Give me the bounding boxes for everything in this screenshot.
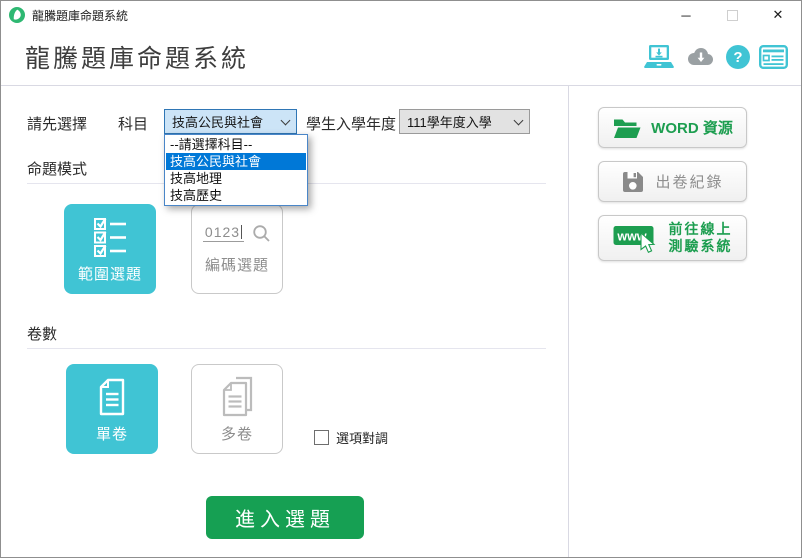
close-icon: ✕ (773, 7, 784, 23)
multi-paper-tile[interactable]: 多卷 (191, 364, 283, 454)
code-input-value: 0123 (205, 224, 240, 240)
chevron-down-icon (281, 115, 291, 125)
close-button[interactable]: ✕ (755, 1, 801, 29)
window-controls: ─ ✕ (663, 1, 801, 29)
single-tile-label: 單卷 (96, 423, 128, 444)
minimize-button[interactable]: ─ (663, 1, 709, 29)
svg-text:?: ? (733, 49, 742, 66)
checklist-icon (87, 214, 133, 260)
page-title: 龍騰題庫命題系統 (25, 39, 249, 75)
paper-section-heading: 卷數 (27, 323, 57, 344)
range-tile-label: 範圍選題 (78, 263, 142, 284)
sidebar: WORD 資源 出卷紀錄 www (569, 86, 801, 557)
text-caret (241, 225, 242, 239)
online-button-line2: 測驗系統 (669, 238, 733, 254)
enter-selection-button[interactable]: 進入選題 (206, 496, 364, 539)
main-panel: 請先選擇 科目 技高公民與社會 學生入學年度 111學年度入學 --請選擇科目-… (1, 86, 568, 557)
minimize-icon: ─ (681, 8, 690, 23)
online-button-label: 前往線上 測驗系統 (669, 221, 733, 255)
header: 龍騰題庫命題系統 (1, 29, 801, 85)
swap-option-label: 選項對調 (336, 428, 388, 447)
range-select-tile[interactable]: 範圍選題 (64, 204, 156, 294)
year-label: 學生入學年度 (306, 113, 396, 134)
online-test-button[interactable]: www 前往線上 測驗系統 (598, 215, 747, 261)
cloud-download-icon[interactable] (683, 45, 717, 69)
floppy-disk-icon (621, 170, 645, 194)
help-icon[interactable]: ? (726, 45, 750, 69)
year-select-value: 111學年度入學 (407, 112, 492, 131)
titlebar-title: 龍騰題庫命題系統 (32, 7, 128, 24)
document-icon (89, 374, 135, 420)
app-logo-icon (9, 7, 25, 23)
dropdown-option-selected[interactable]: 技高公民與社會 (166, 153, 306, 170)
subject-label: 科目 (118, 113, 148, 134)
records-panel-icon[interactable] (759, 45, 788, 69)
dropdown-option[interactable]: 技高歷史 (166, 187, 306, 204)
subject-dropdown-list: --請選擇科目-- 技高公民與社會 技高地理 技高歷史 (164, 134, 308, 206)
header-icons: ? (644, 44, 788, 70)
app-window: 龍騰題庫命題系統 ─ ✕ 龍騰題庫命題系統 (0, 0, 802, 558)
prompt-label: 請先選擇 (27, 113, 87, 134)
documents-stack-icon (214, 374, 260, 420)
dropdown-option[interactable]: --請選擇科目-- (166, 136, 306, 153)
word-resource-button[interactable]: WORD 資源 (598, 107, 747, 148)
word-button-label: WORD 資源 (651, 117, 733, 138)
record-button-label: 出卷紀錄 (655, 171, 723, 192)
exam-record-button[interactable]: 出卷紀錄 (598, 161, 747, 202)
laptop-download-icon[interactable] (644, 44, 674, 70)
code-select-tile[interactable]: 0123 編碼選題 (191, 204, 283, 294)
titlebar: 龍騰題庫命題系統 ─ ✕ (1, 1, 801, 29)
single-paper-tile[interactable]: 單卷 (66, 364, 158, 454)
dropdown-option[interactable]: 技高地理 (166, 170, 306, 187)
mode-section-heading: 命題模式 (27, 158, 87, 179)
folder-icon (612, 116, 641, 139)
multi-tile-label: 多卷 (221, 423, 253, 444)
year-select[interactable]: 111學年度入學 (399, 109, 530, 134)
swap-option-checkbox[interactable] (314, 430, 329, 445)
subject-select-value: 技高公民與社會 (172, 112, 263, 131)
www-cursor-icon: www (613, 223, 659, 254)
online-button-line1: 前往線上 (669, 221, 733, 237)
section-divider (27, 348, 546, 349)
maximize-icon (727, 10, 738, 21)
swap-option-row: 選項對調 (314, 428, 388, 447)
maximize-button (709, 1, 755, 29)
code-search-input[interactable]: 0123 (203, 224, 244, 242)
search-icon (252, 224, 271, 243)
subject-select[interactable]: 技高公民與社會 (164, 109, 297, 134)
code-tile-label: 編碼選題 (205, 254, 269, 275)
chevron-down-icon (514, 115, 524, 125)
